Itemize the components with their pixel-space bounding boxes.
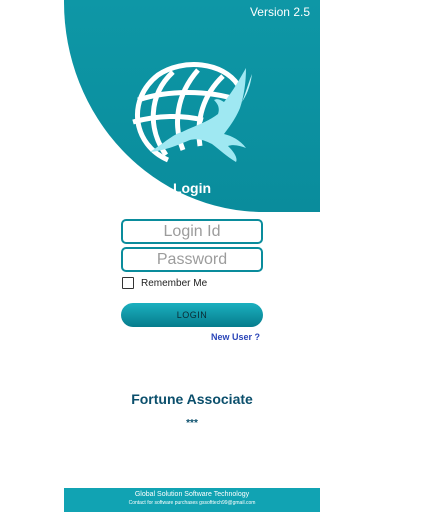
checkbox-unchecked-icon[interactable]: [122, 277, 134, 289]
footer-company: Global Solution Software Technology: [134, 491, 250, 498]
globe-eagle-logo-icon: [132, 62, 252, 163]
remember-me-label: Remember Me: [141, 277, 208, 289]
remember-me-checkbox[interactable]: Remember Me: [122, 275, 207, 291]
password-input[interactable]: [121, 247, 263, 272]
new-user-link[interactable]: New User ?: [211, 332, 260, 342]
header-banner: Version 2.5 Login: [64, 0, 320, 212]
footer-contact: Contact for software purchases gssofttec…: [128, 500, 256, 506]
company-name: Fortune Associate: [131, 391, 253, 407]
version-label: Version 2.5: [249, 5, 310, 19]
login-screen: Version 2.5 Login Remember Me LOGIN New …: [64, 0, 320, 512]
page-title: Login: [172, 180, 212, 196]
company-stars: ***: [186, 418, 198, 429]
login-button[interactable]: LOGIN: [121, 303, 263, 327]
footer-bar: Global Solution Software Technology Cont…: [64, 488, 320, 512]
login-id-input[interactable]: [121, 219, 263, 244]
